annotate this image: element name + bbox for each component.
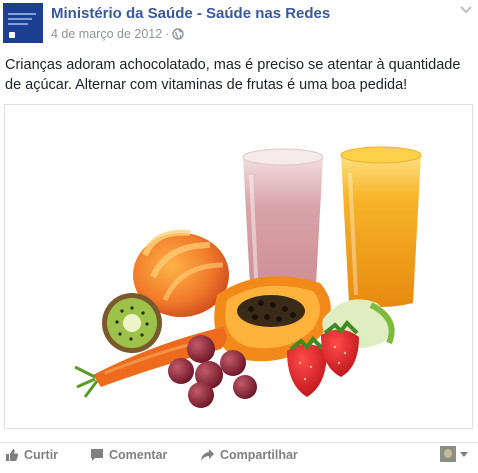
meta-separator: · (165, 27, 170, 41)
like-button[interactable]: Curtir (5, 448, 58, 462)
avatar-text-line (8, 18, 32, 20)
thumbs-up-icon (6, 449, 19, 461)
caret-down-icon[interactable] (460, 452, 468, 457)
comment-button[interactable]: Comentar (90, 448, 167, 462)
avatar-text-line (8, 23, 28, 25)
chevron-down-icon[interactable] (459, 5, 473, 15)
page-avatar[interactable] (3, 3, 43, 43)
avatar-text-line (8, 13, 36, 15)
share-arrow-icon (201, 449, 214, 461)
comment-label: Comentar (109, 448, 168, 462)
page-name-link[interactable]: Ministério da Saúde - Saúde nas Redes (51, 5, 330, 22)
share-button[interactable]: Compartilhar (200, 448, 298, 462)
comment-icon (91, 449, 103, 461)
avatar-logo (9, 32, 15, 38)
smoothies-and-fruits-image (74, 146, 422, 408)
post-meta: 4 de março de 2012 · (51, 27, 185, 41)
globe-icon (172, 28, 185, 40)
share-label: Compartilhar (220, 448, 298, 462)
like-label: Curtir (24, 448, 59, 462)
post-text: Crianças adoram achocolatado, mas é prec… (5, 57, 461, 93)
user-avatar[interactable] (440, 446, 456, 462)
post-photo[interactable] (4, 104, 473, 429)
post-date[interactable]: 4 de março de 2012 (51, 27, 162, 41)
post-card: Ministério da Saúde - Saúde nas Redes 4 … (0, 0, 478, 472)
